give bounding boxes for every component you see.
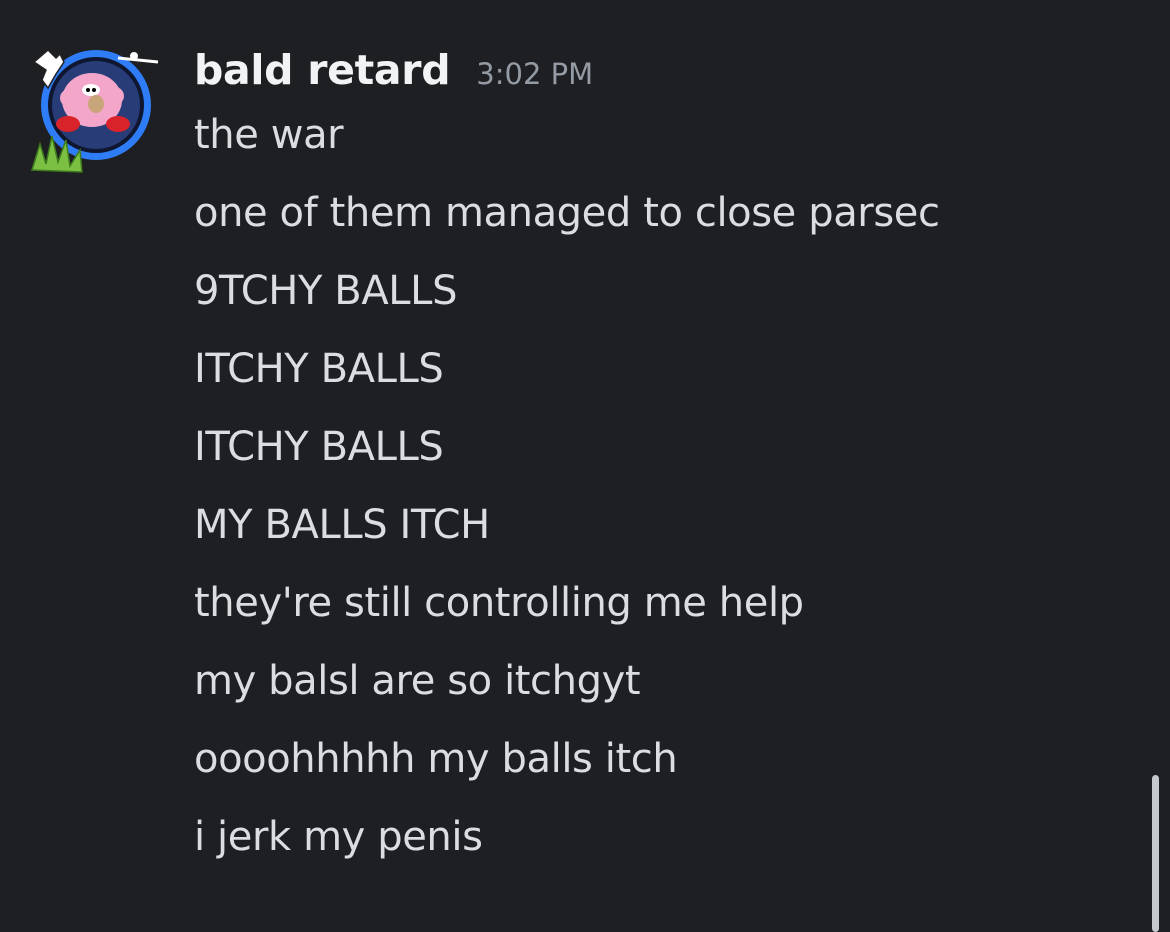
message-text[interactable]: one of them managed to close parsec [194,187,1124,239]
message-group: bald retard 3:02 PM the war one of them … [0,0,1140,932]
timestamp: 3:02 PM [476,57,594,91]
message-text[interactable]: MY BALLS ITCH [194,499,1124,551]
avatar[interactable] [26,40,166,180]
kirby-avatar-icon [30,48,159,173]
scrollbar[interactable] [1152,775,1159,932]
message-text[interactable]: oooohhhhh my balls itch [194,733,1124,785]
message-text[interactable]: my balsl are so itchgyt [194,655,1124,707]
message-text[interactable]: ITCHY BALLS [194,343,1124,395]
message-text[interactable]: ITCHY BALLS [194,421,1124,473]
username[interactable]: bald retard [194,44,451,96]
message-list: the war one of them managed to close par… [194,109,1124,889]
message-text[interactable]: they're still controlling me help [194,577,1124,629]
message-text[interactable]: 9TCHY BALLS [194,265,1124,317]
message-header: bald retard 3:02 PM [194,44,593,96]
message-text[interactable]: the war [194,109,1124,161]
message-text[interactable]: i jerk my penis [194,811,1124,863]
chat-view: bald retard 3:02 PM the war one of them … [0,0,1170,932]
